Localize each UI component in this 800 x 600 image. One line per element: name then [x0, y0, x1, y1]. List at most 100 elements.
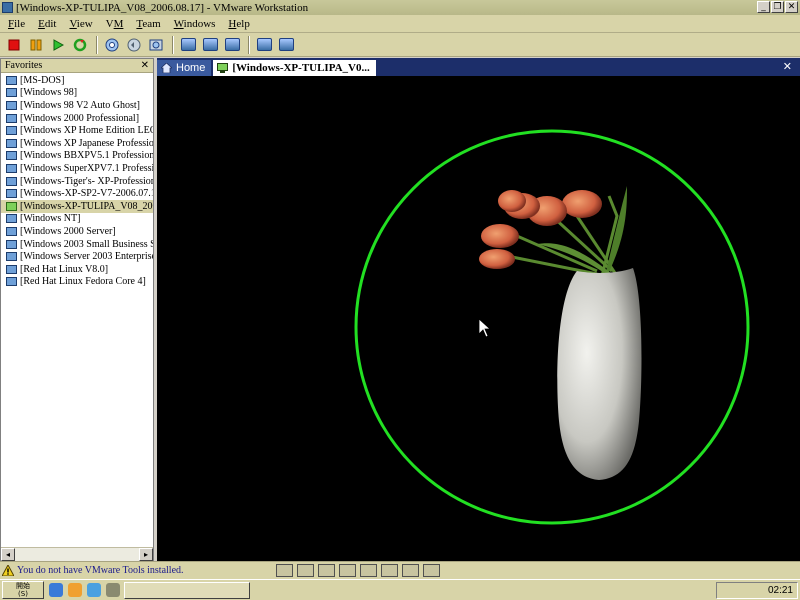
show-desktop-quicklaunch-icon[interactable] — [106, 583, 120, 597]
outlook-quicklaunch-icon[interactable] — [87, 583, 101, 597]
vm-running-icon — [217, 63, 229, 73]
favorite-vm-label: [Windows SuperXPV7.1 Professiona — [20, 162, 153, 174]
taskbar-vmware-button[interactable] — [124, 582, 250, 599]
snapshot-manager-button[interactable] — [146, 35, 166, 55]
favorite-vm-label: [Windows-Tiger's- XP-Professional- — [20, 175, 153, 187]
title-bar[interactable]: [Windows-XP-TULIPA_V08_2006.08.17] - VMw… — [0, 0, 800, 15]
display-icon[interactable] — [381, 564, 398, 577]
vm-icon — [6, 252, 17, 262]
horizontal-scrollbar[interactable]: ◂ ▸ — [1, 547, 153, 561]
favorite-vm-item[interactable]: [Windows-XP-TULIPA_V08_2006. — [1, 199, 153, 213]
summary-view-button[interactable] — [254, 35, 274, 55]
keyboard-icon[interactable] — [297, 564, 314, 577]
favorite-vm-item[interactable]: [Red Hat Linux Fedora Core 4] — [1, 276, 153, 289]
favorites-sidebar: Favorites ✕ [MS-DOS] [Windows 98] [Windows… — [0, 58, 154, 562]
window-title: [Windows-XP-TULIPA_V08_2006.08.17] - VMw… — [16, 1, 309, 14]
mouse-cursor — [478, 318, 492, 338]
close-sidebar-button[interactable]: ✕ — [141, 60, 149, 71]
vmware-app-icon[interactable] — [2, 2, 13, 13]
favorite-vm-item[interactable]: [Windows XP Japanese Professional — [1, 137, 153, 150]
vm-icon — [6, 126, 17, 136]
scroll-left-button[interactable]: ◂ — [1, 548, 15, 561]
toolbar — [0, 33, 800, 57]
quick-switch-button[interactable] — [200, 35, 220, 55]
help-icon[interactable] — [402, 564, 419, 577]
favorites-header: Favorites ✕ — [1, 59, 153, 73]
toolbar-separator — [248, 35, 250, 54]
restore-button[interactable]: ❐ — [771, 1, 784, 13]
vm-icon — [6, 151, 17, 161]
vmware-tools-warning[interactable]: You do not have VMware Tools installed. — [17, 565, 184, 576]
take-snapshot-button[interactable] — [102, 35, 122, 55]
power-off-button[interactable] — [4, 35, 24, 55]
reset-button[interactable] — [70, 35, 90, 55]
tray-clock[interactable]: 02:21 — [768, 585, 793, 596]
vmware-workstation-window: [Windows-XP-TULIPA_V08_2006.08.17] - VMw… — [0, 0, 800, 600]
menu-bar: File Edit View VM Team Windows Help — [0, 15, 800, 33]
menu-view[interactable]: View — [69, 18, 92, 30]
menu-help[interactable]: Help — [228, 18, 249, 30]
close-tab-button[interactable]: ✕ — [783, 60, 792, 73]
minimize-button[interactable]: _ — [757, 1, 770, 13]
tab-vm-console-label: [Windows-XP-TULIPA_V0... — [232, 62, 370, 74]
vm-icon — [6, 189, 17, 199]
media-player-quicklaunch-icon[interactable] — [68, 583, 82, 597]
menu-windows[interactable]: Windows — [174, 18, 216, 30]
windows-taskbar: 開始 (S) 02:21 — [0, 579, 800, 600]
favorite-vm-label: [Windows 2000 Server] — [20, 225, 116, 237]
network-icon[interactable] — [339, 564, 356, 577]
favorite-vm-item[interactable]: [Windows-XP-SP2-V7-2006.07.14_ — [1, 187, 153, 200]
tab-vm-console[interactable]: [Windows-XP-TULIPA_V0... — [213, 60, 376, 76]
show-sidebar-button[interactable] — [178, 35, 198, 55]
usb-icon[interactable] — [318, 564, 335, 577]
ie-quicklaunch-icon[interactable] — [49, 583, 63, 597]
scroll-right-button[interactable]: ▸ — [139, 548, 153, 561]
favorite-vm-item[interactable]: [Windows 2000 Server] — [1, 225, 153, 238]
favorite-vm-label: [Windows Server 2003 Enterprise E — [20, 251, 153, 263]
system-tray: 02:21 — [716, 582, 798, 599]
vm-icon — [6, 100, 17, 110]
close-button[interactable]: ✕ — [785, 1, 798, 13]
vm-console-display[interactable] — [157, 76, 800, 561]
revert-snapshot-icon — [127, 38, 141, 51]
menu-edit[interactable]: Edit — [38, 18, 56, 30]
menu-team[interactable]: Team — [136, 18, 160, 30]
vm-icon — [6, 163, 17, 173]
suspend-button[interactable] — [26, 35, 46, 55]
vm-icon — [6, 277, 17, 287]
full-screen-button[interactable] — [222, 35, 242, 55]
favorite-vm-item[interactable]: [Windows Server 2003 Enterprise E — [1, 250, 153, 263]
snapshot-icon — [105, 38, 119, 51]
warning-icon — [2, 565, 14, 576]
power-on-button[interactable] — [48, 35, 68, 55]
favorite-vm-item[interactable]: [Windows SuperXPV7.1 Professiona — [1, 162, 153, 175]
show-sidebar-icon — [180, 38, 196, 51]
favorite-vm-item[interactable]: [Red Hat Linux V8.0] — [1, 263, 153, 276]
console-view-button[interactable] — [276, 35, 296, 55]
start-button[interactable]: 開始 (S) — [2, 581, 44, 599]
favorite-vm-item[interactable]: [Windows 2003 Small Business Serv — [1, 238, 153, 251]
favorite-vm-item[interactable]: [Windows NT] — [1, 213, 153, 226]
full-screen-icon — [224, 38, 240, 51]
green-ring — [354, 129, 750, 525]
favorite-vm-item[interactable]: [MS-DOS] — [1, 74, 153, 87]
menu-vm[interactable]: VM — [106, 18, 124, 30]
favorite-vm-item[interactable]: [Windows 2000 Professional] — [1, 112, 153, 125]
favorite-vm-item[interactable]: [Windows 98] — [1, 87, 153, 100]
favorite-vm-item[interactable]: [Windows 98 V2 Auto Ghost] — [1, 99, 153, 112]
audio-icon[interactable] — [360, 564, 377, 577]
tab-home[interactable]: Home — [157, 60, 212, 76]
revert-snapshot-button[interactable] — [124, 35, 144, 55]
menu-file[interactable]: File — [8, 18, 25, 30]
favorite-vm-item[interactable]: [Windows-Tiger's- XP-Professional- — [1, 175, 153, 188]
favorite-vm-label: [Windows 98] — [20, 87, 78, 99]
favorites-title: Favorites — [5, 60, 43, 71]
hard-disk-icon[interactable] — [276, 564, 293, 577]
favorite-vm-item[interactable]: [Windows BBXPV5.1 Professional] — [1, 150, 153, 163]
vm-icon — [6, 113, 17, 123]
favorite-vm-label: [Windows-XP-TULIPA_V08_2006. — [20, 200, 153, 212]
options-icon[interactable] — [423, 564, 440, 577]
favorite-vm-item[interactable]: [Windows XP Home Edition LEO] — [1, 124, 153, 137]
stop-icon — [8, 39, 20, 50]
favorite-vm-label: [Windows 98 V2 Auto Ghost] — [20, 99, 140, 111]
